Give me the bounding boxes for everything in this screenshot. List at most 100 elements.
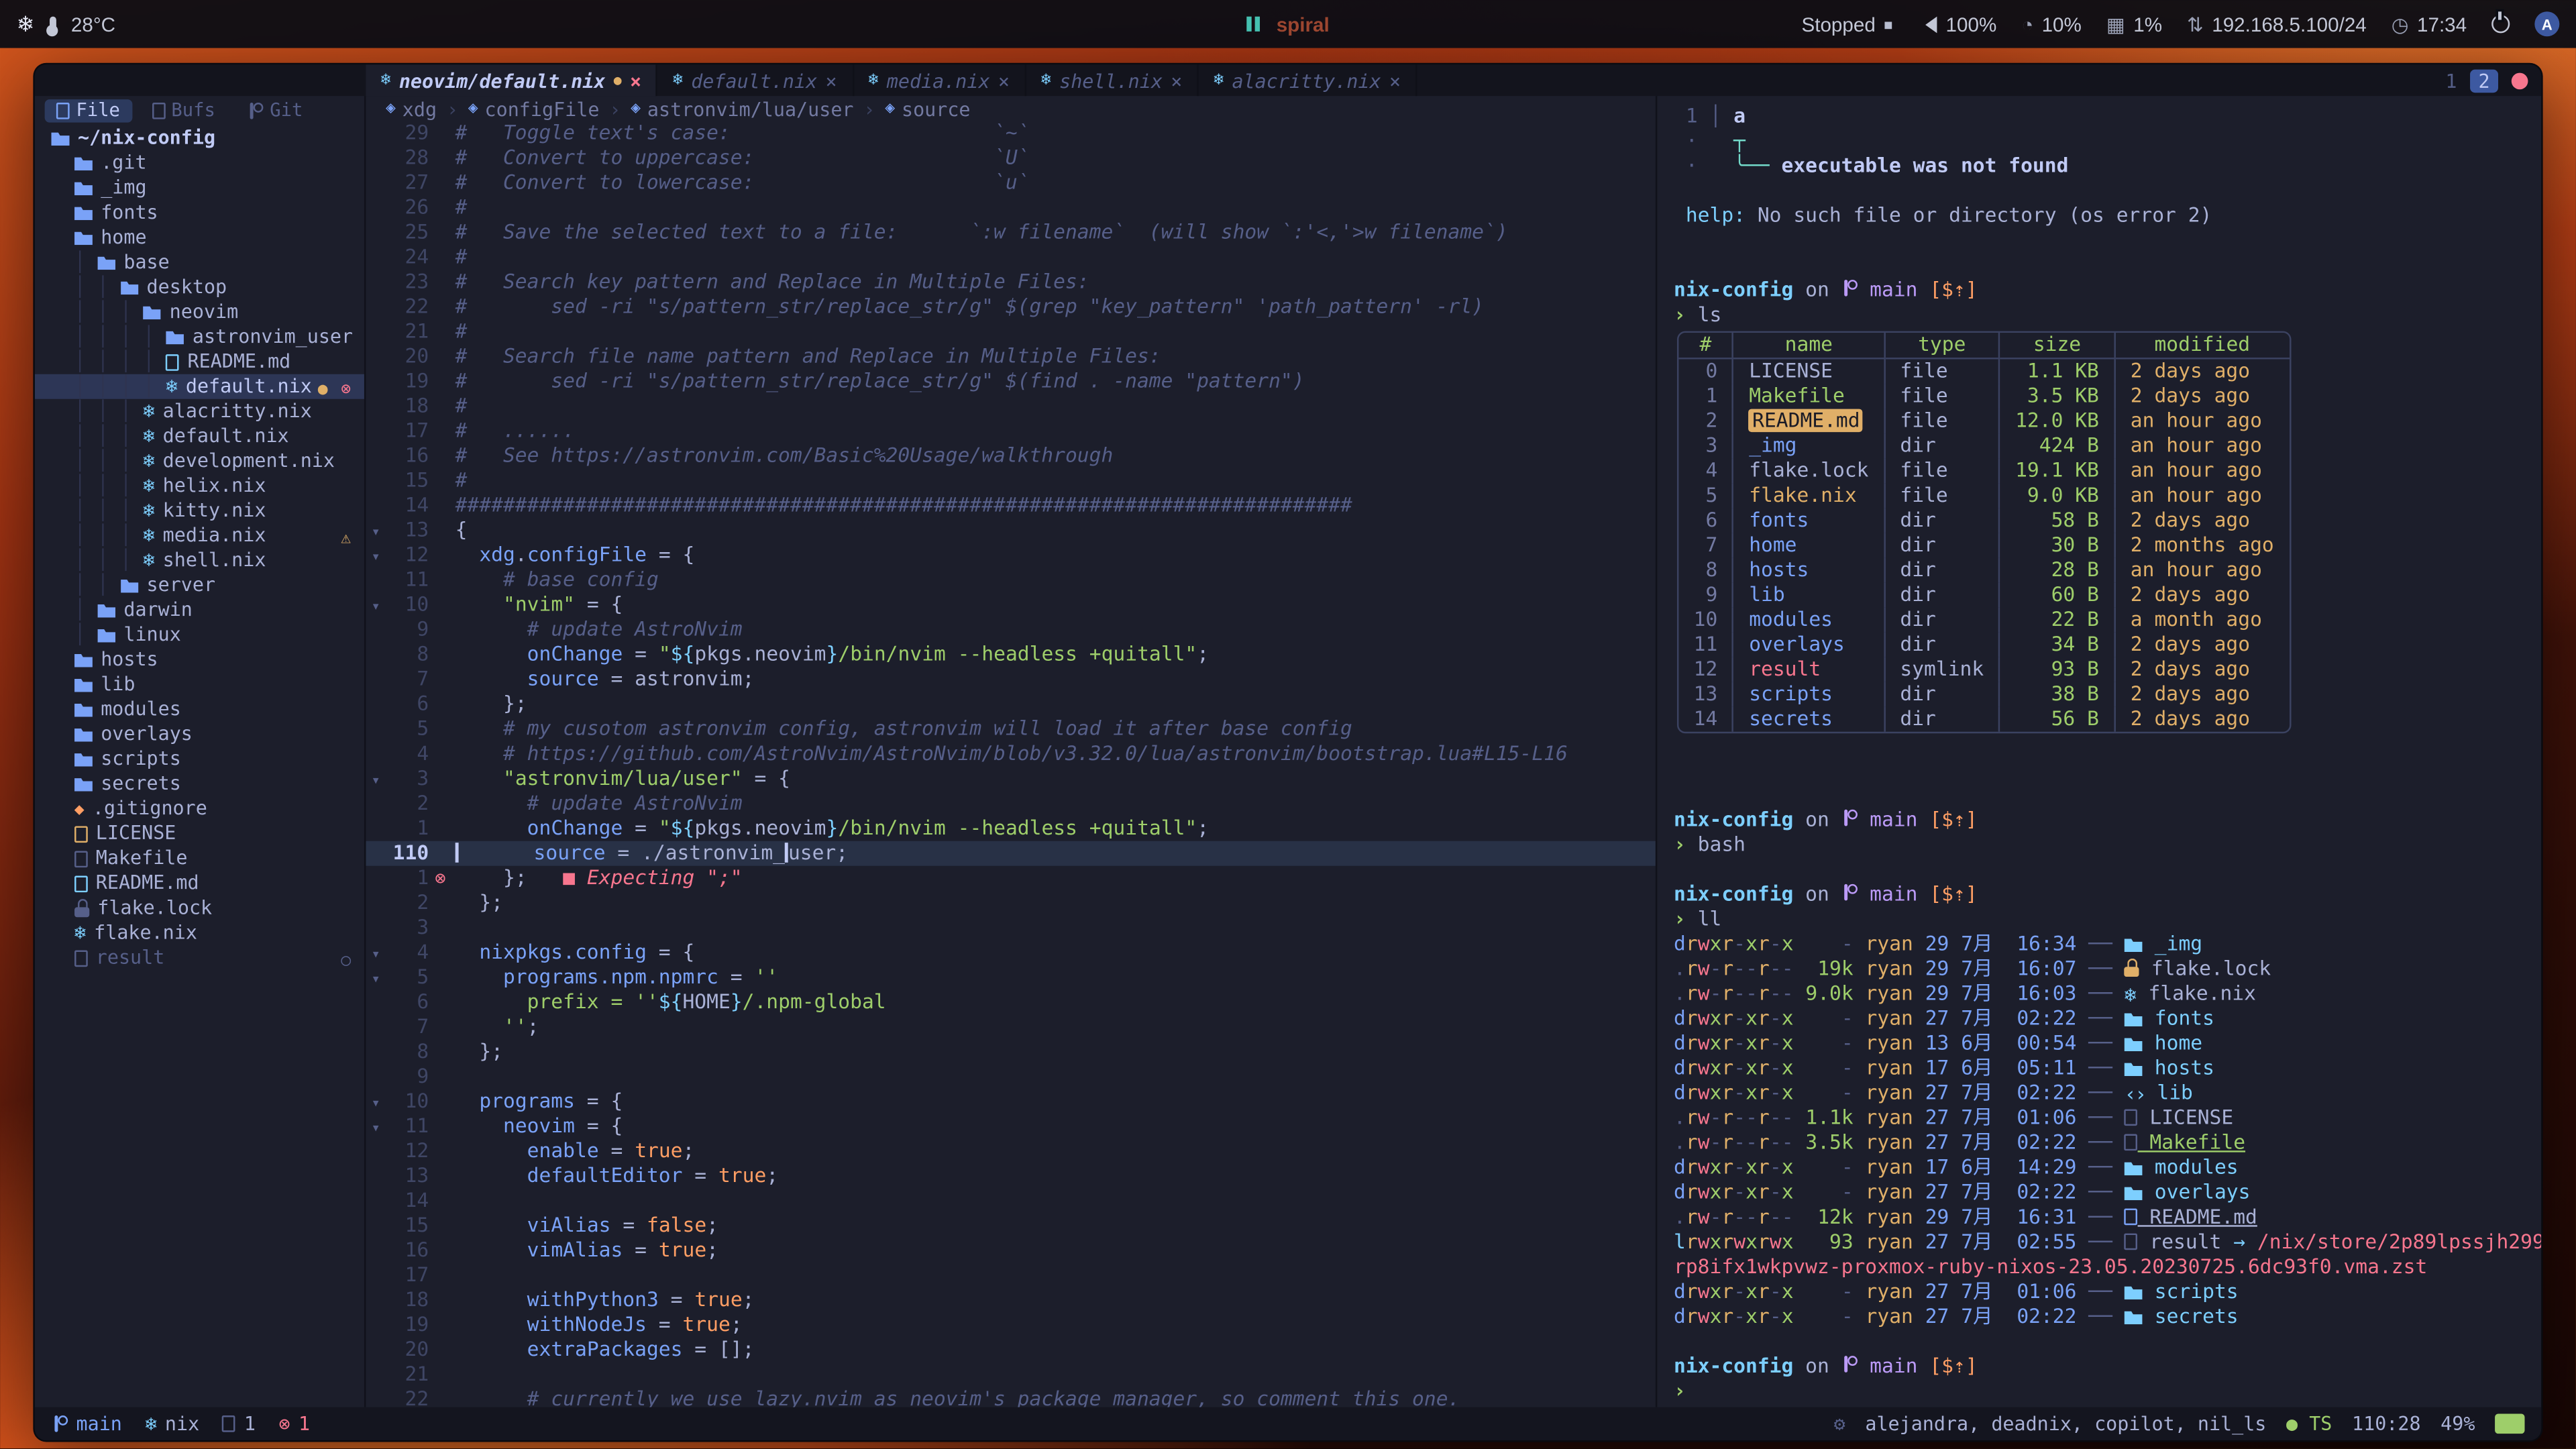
- code-line[interactable]: 17: [366, 1263, 1655, 1288]
- code-line[interactable]: 25# Save the selected text to a file: `:…: [366, 220, 1655, 245]
- tree-item-neovim[interactable]: │ │ │ neovim: [35, 300, 364, 325]
- code-line[interactable]: ▾10 "nvim" = {: [366, 592, 1655, 617]
- code-area[interactable]: 29# Toggle text's case: `~`28# Convert t…: [366, 121, 1655, 1407]
- code-line[interactable]: 27# Convert to lowercase: `u`: [366, 170, 1655, 195]
- tree-item-server[interactable]: │ │ server: [35, 573, 364, 598]
- tree-item-fonts[interactable]: fonts: [35, 201, 364, 225]
- user-badge[interactable]: A: [2534, 11, 2559, 36]
- tree-item-development.nix[interactable]: │ │ │ development.nix: [35, 449, 364, 474]
- tree-item-README.md[interactable]: │ │ │ │ README.md: [35, 350, 364, 374]
- code-line[interactable]: ▾3 "astronvim/lua/user" = {: [366, 767, 1655, 792]
- tree-item-result[interactable]: result○: [35, 945, 364, 970]
- code-line[interactable]: 21: [366, 1362, 1655, 1387]
- code-line[interactable]: 16# See https://astronvim.com/Basic%20Us…: [366, 443, 1655, 468]
- terminal-pane[interactable]: 1 │ a · ┬ · ╰── executable was not found…: [1657, 96, 2541, 1407]
- tree-item-linux[interactable]: │ linux: [35, 623, 364, 647]
- code-line[interactable]: 5 # my cusotom astronvim config, astronv…: [366, 717, 1655, 742]
- code-line[interactable]: 14######################################…: [366, 493, 1655, 518]
- tree-item-home[interactable]: home: [35, 225, 364, 250]
- code-line[interactable]: 19 withNodeJs = true;: [366, 1313, 1655, 1338]
- tree-item-flake.lock[interactable]: flake.lock: [35, 896, 364, 920]
- code-line[interactable]: 16 vimAlias = true;: [366, 1238, 1655, 1263]
- code-line[interactable]: 24#: [366, 245, 1655, 270]
- tree-item-default.nix[interactable]: │ │ │ │ default.nix⊗●: [35, 374, 364, 399]
- code-line[interactable]: 15#: [366, 468, 1655, 493]
- power-icon[interactable]: [2491, 15, 2510, 33]
- tree-item-astronvim_user[interactable]: │ │ │ │ astronvim_user: [35, 325, 364, 350]
- code-line[interactable]: 20 extraPackages = [];: [366, 1338, 1655, 1362]
- tree-item-media.nix[interactable]: │ │ │ media.nix⚠: [35, 523, 364, 548]
- tree-item-.git[interactable]: .git: [35, 151, 364, 176]
- code-line[interactable]: 3: [366, 916, 1655, 941]
- code-line[interactable]: 19# sed -ri "s/pattern_str/replace_str/g…: [366, 369, 1655, 394]
- tab-neovim-default-nix[interactable]: ❄ neovim/default.nix ● ×: [366, 64, 657, 96]
- tab-media-nix[interactable]: ❄ media.nix ×: [853, 64, 1026, 96]
- info-count[interactable]: 1: [223, 1412, 256, 1436]
- code-line[interactable]: 1 onChange = "${pkgs.neovim}/bin/nvim --…: [366, 816, 1655, 841]
- code-line[interactable]: ▾11 neovim = {: [366, 1114, 1655, 1139]
- tree-item-LICENSE[interactable]: LICENSE: [35, 821, 364, 846]
- code-line[interactable]: 110 source = ./astronvim_user;: [366, 841, 1655, 866]
- code-line[interactable]: ▾13{: [366, 518, 1655, 543]
- code-line[interactable]: 6 };: [366, 692, 1655, 717]
- code-line[interactable]: 11 # base config: [366, 568, 1655, 592]
- tree-item-alacritty.nix[interactable]: │ │ │ alacritty.nix: [35, 399, 364, 424]
- git-branch[interactable]: main: [52, 1412, 122, 1436]
- tree-item-darwin[interactable]: │ darwin: [35, 598, 364, 623]
- tab-page-1[interactable]: 1: [2445, 68, 2457, 92]
- code-line[interactable]: ▾10 programs = {: [366, 1089, 1655, 1114]
- code-line[interactable]: 26#: [366, 195, 1655, 220]
- tree-item-Makefile[interactable]: Makefile: [35, 846, 364, 871]
- code-line[interactable]: ▾5 programs.npm.npmrc = '': [366, 965, 1655, 990]
- code-line[interactable]: 2 # update AstroNvim: [366, 792, 1655, 816]
- tree-item-helix.nix[interactable]: │ │ │ helix.nix: [35, 474, 364, 498]
- code-line[interactable]: 21#: [366, 319, 1655, 344]
- tree-item-README.md[interactable]: README.md: [35, 871, 364, 896]
- code-line[interactable]: 15 viAlias = false;: [366, 1214, 1655, 1238]
- code-line[interactable]: 22 # currently we use lazy.nvim as neovi…: [366, 1387, 1655, 1407]
- code-line[interactable]: ▾4 nixpkgs.config = {: [366, 941, 1655, 965]
- tab-alacritty-nix[interactable]: ❄ alacritty.nix ×: [1199, 64, 1417, 96]
- pause-icon[interactable]: [1246, 13, 1263, 36]
- tree-item-~/nix-config[interactable]: ~/nix-config: [35, 126, 364, 151]
- code-line[interactable]: ▾12 xdg.configFile = {: [366, 543, 1655, 568]
- code-line[interactable]: 18 withPython3 = true;: [366, 1288, 1655, 1313]
- tree-item-_img[interactable]: _img: [35, 176, 364, 201]
- code-line[interactable]: 9: [366, 1065, 1655, 1089]
- tree-item-base[interactable]: │ base: [35, 250, 364, 275]
- code-line[interactable]: 29# Toggle text's case: `~`: [366, 121, 1655, 146]
- tree-item-lib[interactable]: lib: [35, 672, 364, 697]
- code-line[interactable]: 20# Search file name pattern and Replace…: [366, 344, 1655, 369]
- close-tab-icon[interactable]: ×: [998, 68, 1010, 92]
- code-line[interactable]: 22# sed -ri "s/pattern_str/replace_str/g…: [366, 294, 1655, 319]
- code-line[interactable]: 7 source = astronvim;: [366, 667, 1655, 692]
- tree-item-hosts[interactable]: hosts: [35, 647, 364, 672]
- tree-item-.gitignore[interactable]: .gitignore: [35, 796, 364, 821]
- close-tab-icon[interactable]: ×: [1389, 68, 1401, 92]
- tree-item-modules[interactable]: modules: [35, 697, 364, 722]
- code-line[interactable]: 23# Search key pattern and Replace in Mu…: [366, 270, 1655, 294]
- error-count[interactable]: ⊗ 1: [278, 1412, 310, 1436]
- network-module[interactable]: ⇅192.168.5.100/24: [2187, 13, 2367, 36]
- tab-default-nix[interactable]: ❄ default.nix ×: [658, 64, 854, 96]
- sidebar-tab-bufs[interactable]: Bufs: [140, 99, 227, 122]
- volume-module[interactable]: 100%: [1918, 13, 1997, 36]
- code-line[interactable]: 17# ......: [366, 419, 1655, 443]
- close-window-button[interactable]: [2512, 72, 2528, 89]
- code-line[interactable]: 2 };: [366, 891, 1655, 916]
- close-tab-icon[interactable]: ×: [826, 68, 837, 92]
- code-line[interactable]: 6 prefix = ''${HOME}/.npm-global: [366, 990, 1655, 1015]
- code-line[interactable]: 7 '';: [366, 1015, 1655, 1040]
- tab-shell-nix[interactable]: ❄ shell.nix ×: [1026, 64, 1199, 96]
- tree-item-default.nix[interactable]: │ │ │ default.nix: [35, 424, 364, 449]
- code-line[interactable]: 28# Convert to uppercase: `U`: [366, 146, 1655, 170]
- tree-item-desktop[interactable]: │ │ desktop: [35, 275, 364, 300]
- code-line[interactable]: 14: [366, 1189, 1655, 1214]
- tree-item-overlays[interactable]: overlays: [35, 722, 364, 747]
- tab-page-2[interactable]: 2: [2470, 68, 2498, 92]
- code-line[interactable]: 8 };: [366, 1040, 1655, 1065]
- tree-item-shell.nix[interactable]: │ │ │ shell.nix: [35, 548, 364, 573]
- code-line[interactable]: 9 # update AstroNvim: [366, 618, 1655, 643]
- close-tab-icon[interactable]: ×: [1171, 68, 1182, 92]
- code-line[interactable]: 4 # https://github.com/AstroNvim/AstroNv…: [366, 742, 1655, 767]
